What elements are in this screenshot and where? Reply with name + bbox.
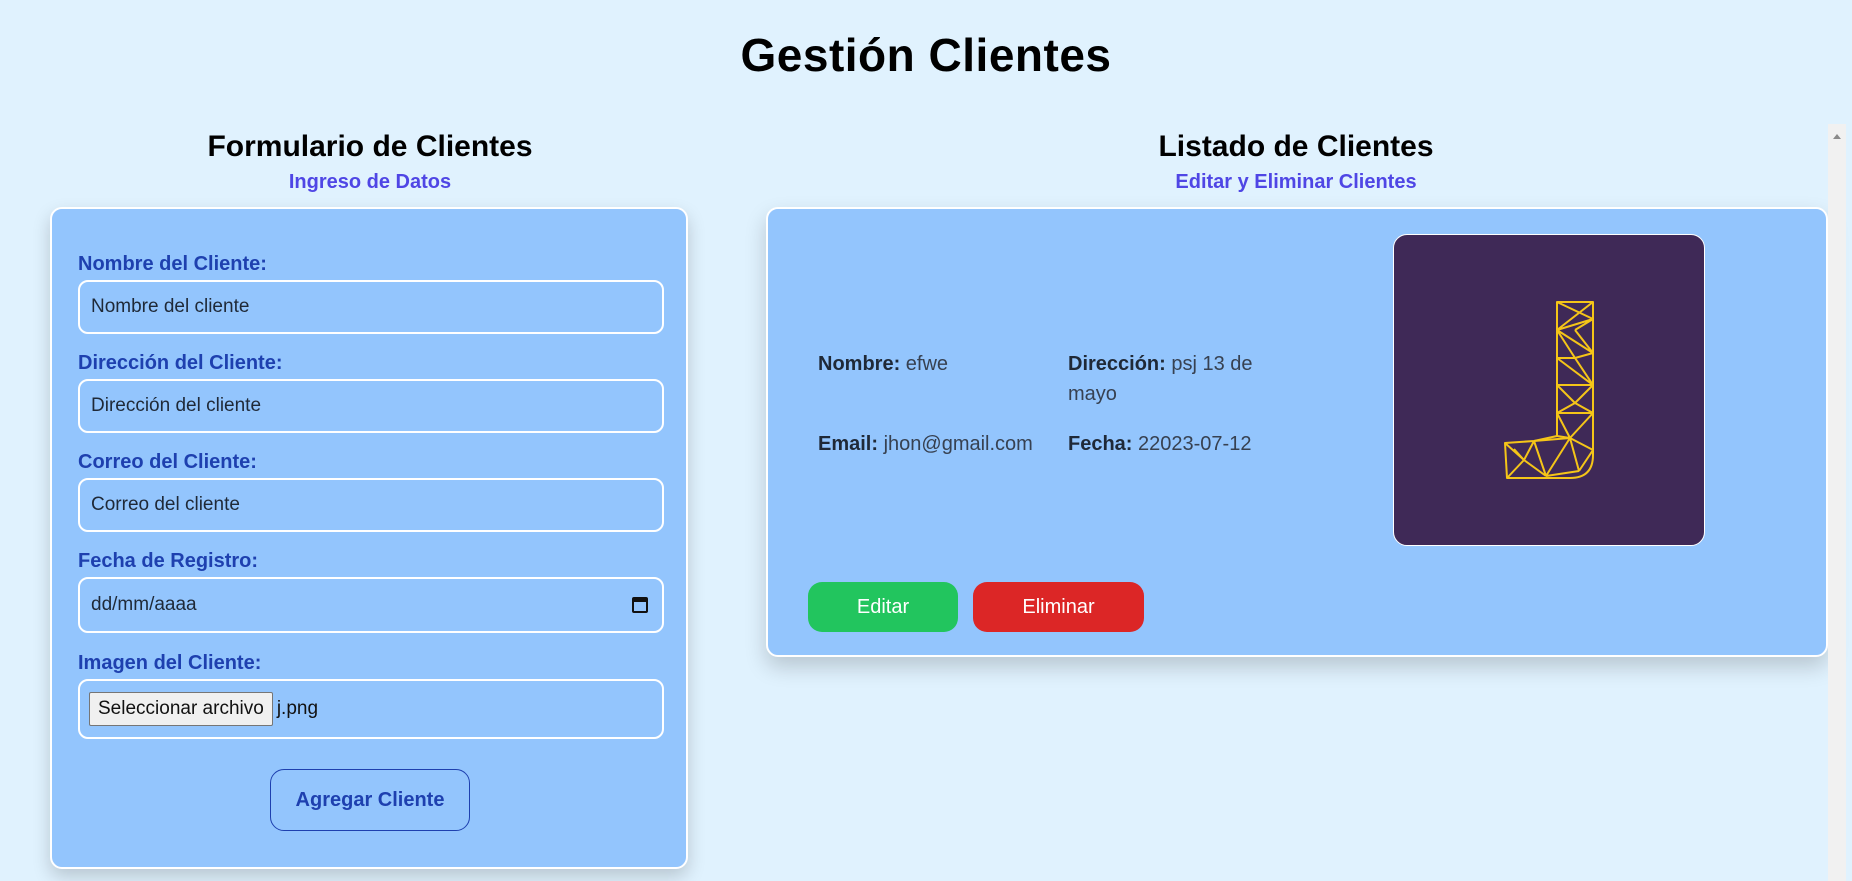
form-subtitle: Ingreso de Datos xyxy=(288,171,452,193)
client-card: Nombre: efwe Dirección: psj 13 de mayo E… xyxy=(766,207,1828,657)
client-address: Dirección: psj 13 de mayo xyxy=(1068,349,1278,409)
email-label: Correo del Cliente: xyxy=(78,451,257,473)
form-title: Formulario de Clientes xyxy=(207,130,533,163)
client-date-label: Fecha: xyxy=(1068,433,1133,455)
vertical-scrollbar[interactable] xyxy=(1828,124,1846,881)
add-client-button[interactable]: Agregar Cliente xyxy=(270,769,470,831)
client-address-label: Dirección: xyxy=(1068,353,1166,375)
selected-file-name: j.png xyxy=(276,698,319,719)
client-email-label: Email: xyxy=(818,433,879,455)
client-date-value: 22023-07-12 xyxy=(1138,433,1252,455)
name-label: Nombre del Cliente: xyxy=(78,253,267,275)
calendar-icon[interactable] xyxy=(632,597,648,613)
choose-file-button[interactable]: Seleccionar archivo xyxy=(89,692,273,726)
address-input[interactable] xyxy=(78,379,664,433)
client-email: Email: jhon@gmail.com xyxy=(818,429,1058,459)
list-subtitle: Editar y Eliminar Clientes xyxy=(1175,171,1417,193)
page-title: Gestión Clientes xyxy=(740,29,1112,81)
email-input[interactable] xyxy=(78,478,664,532)
address-label: Dirección del Cliente: xyxy=(78,352,283,374)
image-file-input[interactable]: Seleccionar archivo j.png xyxy=(78,679,664,739)
letter-j-polygon-icon xyxy=(1504,301,1594,479)
scroll-up-arrow-icon[interactable] xyxy=(1833,134,1841,139)
name-input[interactable] xyxy=(78,280,664,334)
client-date: Fecha: 22023-07-12 xyxy=(1068,429,1308,459)
client-name: Nombre: efwe xyxy=(818,349,1058,379)
edit-button[interactable]: Editar xyxy=(808,582,958,632)
image-label: Imagen del Cliente: xyxy=(78,652,262,674)
date-label: Fecha de Registro: xyxy=(78,550,259,572)
client-image xyxy=(1393,234,1705,546)
date-placeholder: dd/mm/aaaa xyxy=(91,594,197,615)
list-title: Listado de Clientes xyxy=(1158,130,1434,163)
date-input[interactable]: dd/mm/aaaa xyxy=(78,577,664,633)
client-email-value: jhon@gmail.com xyxy=(883,433,1033,455)
client-form: Nombre del Cliente: Dirección del Client… xyxy=(50,207,688,869)
delete-button[interactable]: Eliminar xyxy=(973,582,1144,632)
client-name-label: Nombre: xyxy=(818,353,901,375)
client-name-value: efwe xyxy=(905,353,949,375)
